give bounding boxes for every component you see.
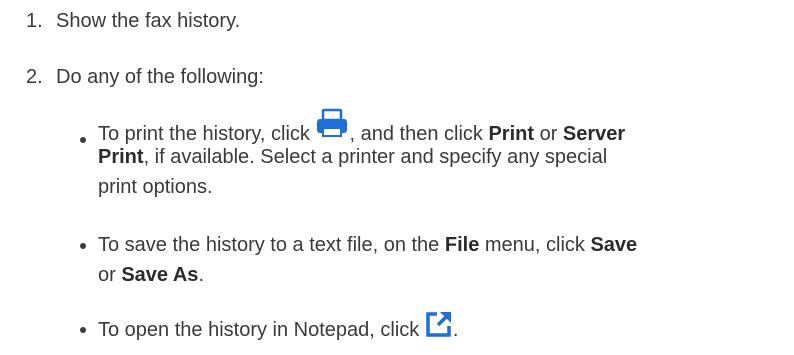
bullet-dot — [80, 327, 86, 333]
bullet-text: . — [198, 264, 204, 286]
file-menu-label: File — [444, 234, 480, 256]
step-2: 2. Do any of the following: — [26, 62, 264, 92]
bullet-text: or — [98, 264, 122, 286]
list-item-notepad: To open the history in Notepad, click . — [80, 310, 794, 350]
step-text: Do any of the following: — [56, 66, 264, 88]
step-number: 2. — [26, 66, 43, 88]
bullet-dot — [80, 243, 86, 249]
step-number: 1. — [26, 10, 43, 32]
open-external-icon[interactable] — [425, 310, 453, 350]
list-item-save: To save the history to a text file, on t… — [80, 230, 794, 290]
list-item-print: To print the history, click , and then c… — [80, 108, 794, 202]
save-as-command: Save As — [121, 264, 199, 286]
bullet-text: To open the history in Notepad, click — [98, 319, 425, 341]
bullet-text: menu, click — [479, 234, 591, 256]
bullet-dot — [80, 137, 86, 143]
save-command: Save — [590, 234, 638, 256]
server-print-command: Print — [98, 146, 144, 168]
bullet-text: To save the history to a text file, on t… — [98, 234, 445, 256]
bullet-text: print options. — [98, 176, 213, 198]
step-1: 1. Show the fax history. — [26, 6, 240, 36]
step-text: Show the fax history. — [56, 10, 241, 32]
bullet-text: . — [452, 319, 459, 341]
bullet-text: , if available. Select a printer and spe… — [143, 146, 608, 168]
